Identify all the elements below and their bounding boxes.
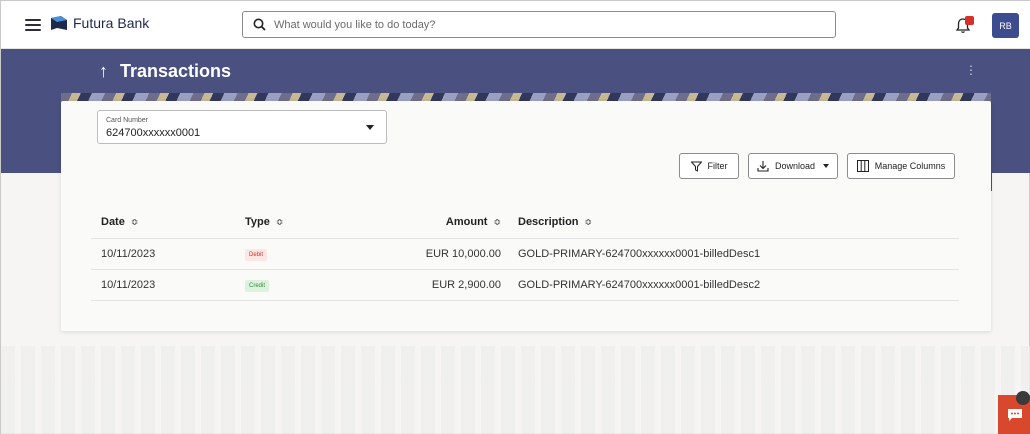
- cell-amount: EUR 2,900.00: [431, 279, 501, 291]
- manage-columns-button[interactable]: Manage Columns: [847, 153, 955, 179]
- filter-button[interactable]: Filter: [679, 153, 739, 179]
- table-row: 10/11/2023 Credit EUR 2,900.00 GOLD-PRIM…: [91, 270, 959, 301]
- cell-amount: EUR 10,000.00: [425, 248, 501, 260]
- avatar[interactable]: RB: [992, 13, 1019, 38]
- search-input[interactable]: [274, 18, 814, 31]
- column-header-amount[interactable]: Amount ≎: [446, 216, 501, 228]
- status-badge: Debit: [245, 249, 268, 261]
- hamburger-icon[interactable]: [25, 19, 41, 31]
- card-number-label: Card Number: [106, 117, 149, 124]
- chat-close-dot[interactable]: [1016, 391, 1030, 405]
- manage-columns-label: Manage Columns: [874, 161, 946, 171]
- cell-type: Credit: [245, 278, 270, 292]
- page-header: ↑ Transactions ⋮: [61, 49, 991, 93]
- card-number-value: 624700xxxxxx0001: [106, 127, 201, 139]
- arrow-up-icon[interactable]: ↑: [99, 61, 108, 82]
- filter-icon: [690, 161, 702, 172]
- sort-icon[interactable]: ≎: [131, 217, 139, 227]
- transactions-card: Card Number 624700xxxxxx0001 Filter Down…: [61, 101, 991, 331]
- column-header-date[interactable]: Date ≎: [101, 216, 138, 228]
- download-label: Download: [774, 161, 816, 171]
- brand-name: Futura Bank: [73, 15, 150, 31]
- card-number-select[interactable]: Card Number 624700xxxxxx0001: [97, 110, 387, 144]
- cell-date: 10/11/2023: [101, 279, 156, 291]
- background-pattern: [1, 346, 1030, 434]
- cell-description: GOLD-PRIMARY-624700xxxxxx0001-billedDesc…: [518, 279, 761, 291]
- cell-date: 10/11/2023: [101, 248, 156, 260]
- column-header-label: Description: [518, 215, 579, 228]
- column-header-label: Type: [245, 215, 270, 228]
- notification-badge: [965, 16, 974, 25]
- bank-logo-icon: [51, 16, 67, 30]
- sort-icon[interactable]: ≎: [276, 217, 284, 227]
- search-icon: [253, 18, 266, 31]
- notifications-button[interactable]: [956, 16, 978, 34]
- kebab-icon[interactable]: ⋮: [965, 63, 977, 77]
- column-header-description[interactable]: Description ≎: [518, 216, 592, 228]
- transactions-table: Date ≎ Type ≎ Amount ≎ Description ≎ 10/11/2…: [91, 205, 959, 301]
- search-bar[interactable]: [242, 11, 836, 38]
- filter-label: Filter: [707, 161, 728, 171]
- column-header-type[interactable]: Type ≎: [245, 216, 283, 228]
- status-badge: Credit: [245, 280, 270, 292]
- column-header-label: Amount: [445, 215, 488, 228]
- chevron-down-icon: [366, 125, 374, 130]
- column-header-label: Date: [101, 215, 125, 228]
- top-header: Futura Bank RB: [1, 1, 1030, 49]
- download-icon: [757, 161, 769, 172]
- brand-logo[interactable]: Futura Bank: [51, 15, 149, 31]
- sort-icon[interactable]: ≎: [493, 217, 501, 227]
- page-title: Transactions: [120, 60, 232, 81]
- table-header-row: Date ≎ Type ≎ Amount ≎ Description ≎: [91, 205, 959, 239]
- cell-type: Debit: [245, 247, 268, 261]
- chat-icon: [1007, 409, 1022, 421]
- columns-icon: [856, 160, 869, 172]
- table-row: 10/11/2023 Debit EUR 10,000.00 GOLD-PRIM…: [91, 239, 959, 270]
- download-button[interactable]: Download: [748, 153, 838, 179]
- cell-description: GOLD-PRIMARY-624700xxxxxx0001-billedDesc…: [518, 248, 761, 260]
- sort-icon[interactable]: ≎: [585, 217, 593, 227]
- chevron-down-icon: [823, 164, 830, 168]
